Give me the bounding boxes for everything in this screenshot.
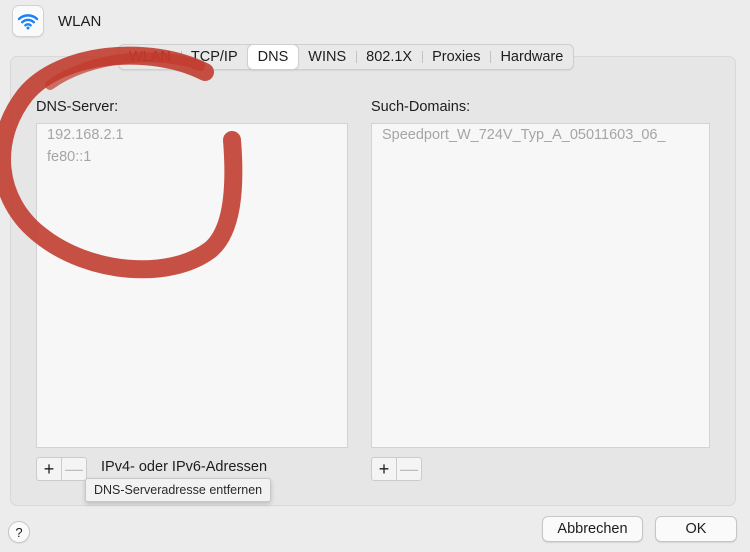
help-button[interactable]: ? (8, 521, 30, 543)
dns-server-label: DNS-Server: (36, 99, 119, 115)
dns-server-list[interactable]: 192.168.2.1 fe80::1 (36, 123, 348, 448)
ok-button[interactable]: OK (655, 516, 737, 542)
remove-dns-tooltip: DNS-Serveradresse entfernen (85, 478, 272, 502)
tab-proxies[interactable]: Proxies (422, 45, 490, 69)
tab-dns[interactable]: DNS (247, 45, 299, 69)
search-domains-label: Such-Domains: (371, 99, 471, 115)
tab-wlan[interactable]: WLAN (119, 45, 181, 69)
tab-tcpip[interactable]: TCP/IP (180, 45, 248, 69)
tab-wins[interactable]: WINS (298, 45, 356, 69)
title-bar: WLAN (12, 5, 102, 37)
list-item[interactable]: Speedport_W_724V_Typ_A_05011603_06_ (372, 124, 709, 146)
search-domain-controls: + — (371, 457, 422, 481)
dns-server-controls: + — (36, 457, 87, 481)
cancel-button[interactable]: Abbrechen (542, 516, 643, 542)
list-item[interactable]: fe80::1 (37, 146, 347, 168)
list-item[interactable]: 192.168.2.1 (37, 124, 347, 146)
remove-dns-server-button[interactable]: — (62, 458, 86, 480)
add-dns-server-button[interactable]: + (37, 458, 62, 480)
window-title: WLAN (58, 12, 102, 30)
search-domains-list[interactable]: Speedport_W_724V_Typ_A_05011603_06_ (371, 123, 710, 448)
remove-search-domain-button[interactable]: — (397, 458, 421, 480)
add-search-domain-button[interactable]: + (372, 458, 397, 480)
tab-hardware[interactable]: Hardware (490, 45, 573, 69)
tab-bar: WLAN TCP/IP DNS WINS 802.1X Proxies Hard… (118, 44, 575, 70)
wifi-icon (12, 5, 44, 37)
tab-8021x[interactable]: 802.1X (356, 45, 422, 69)
dns-address-hint: IPv4- oder IPv6-Adressen (101, 459, 268, 475)
